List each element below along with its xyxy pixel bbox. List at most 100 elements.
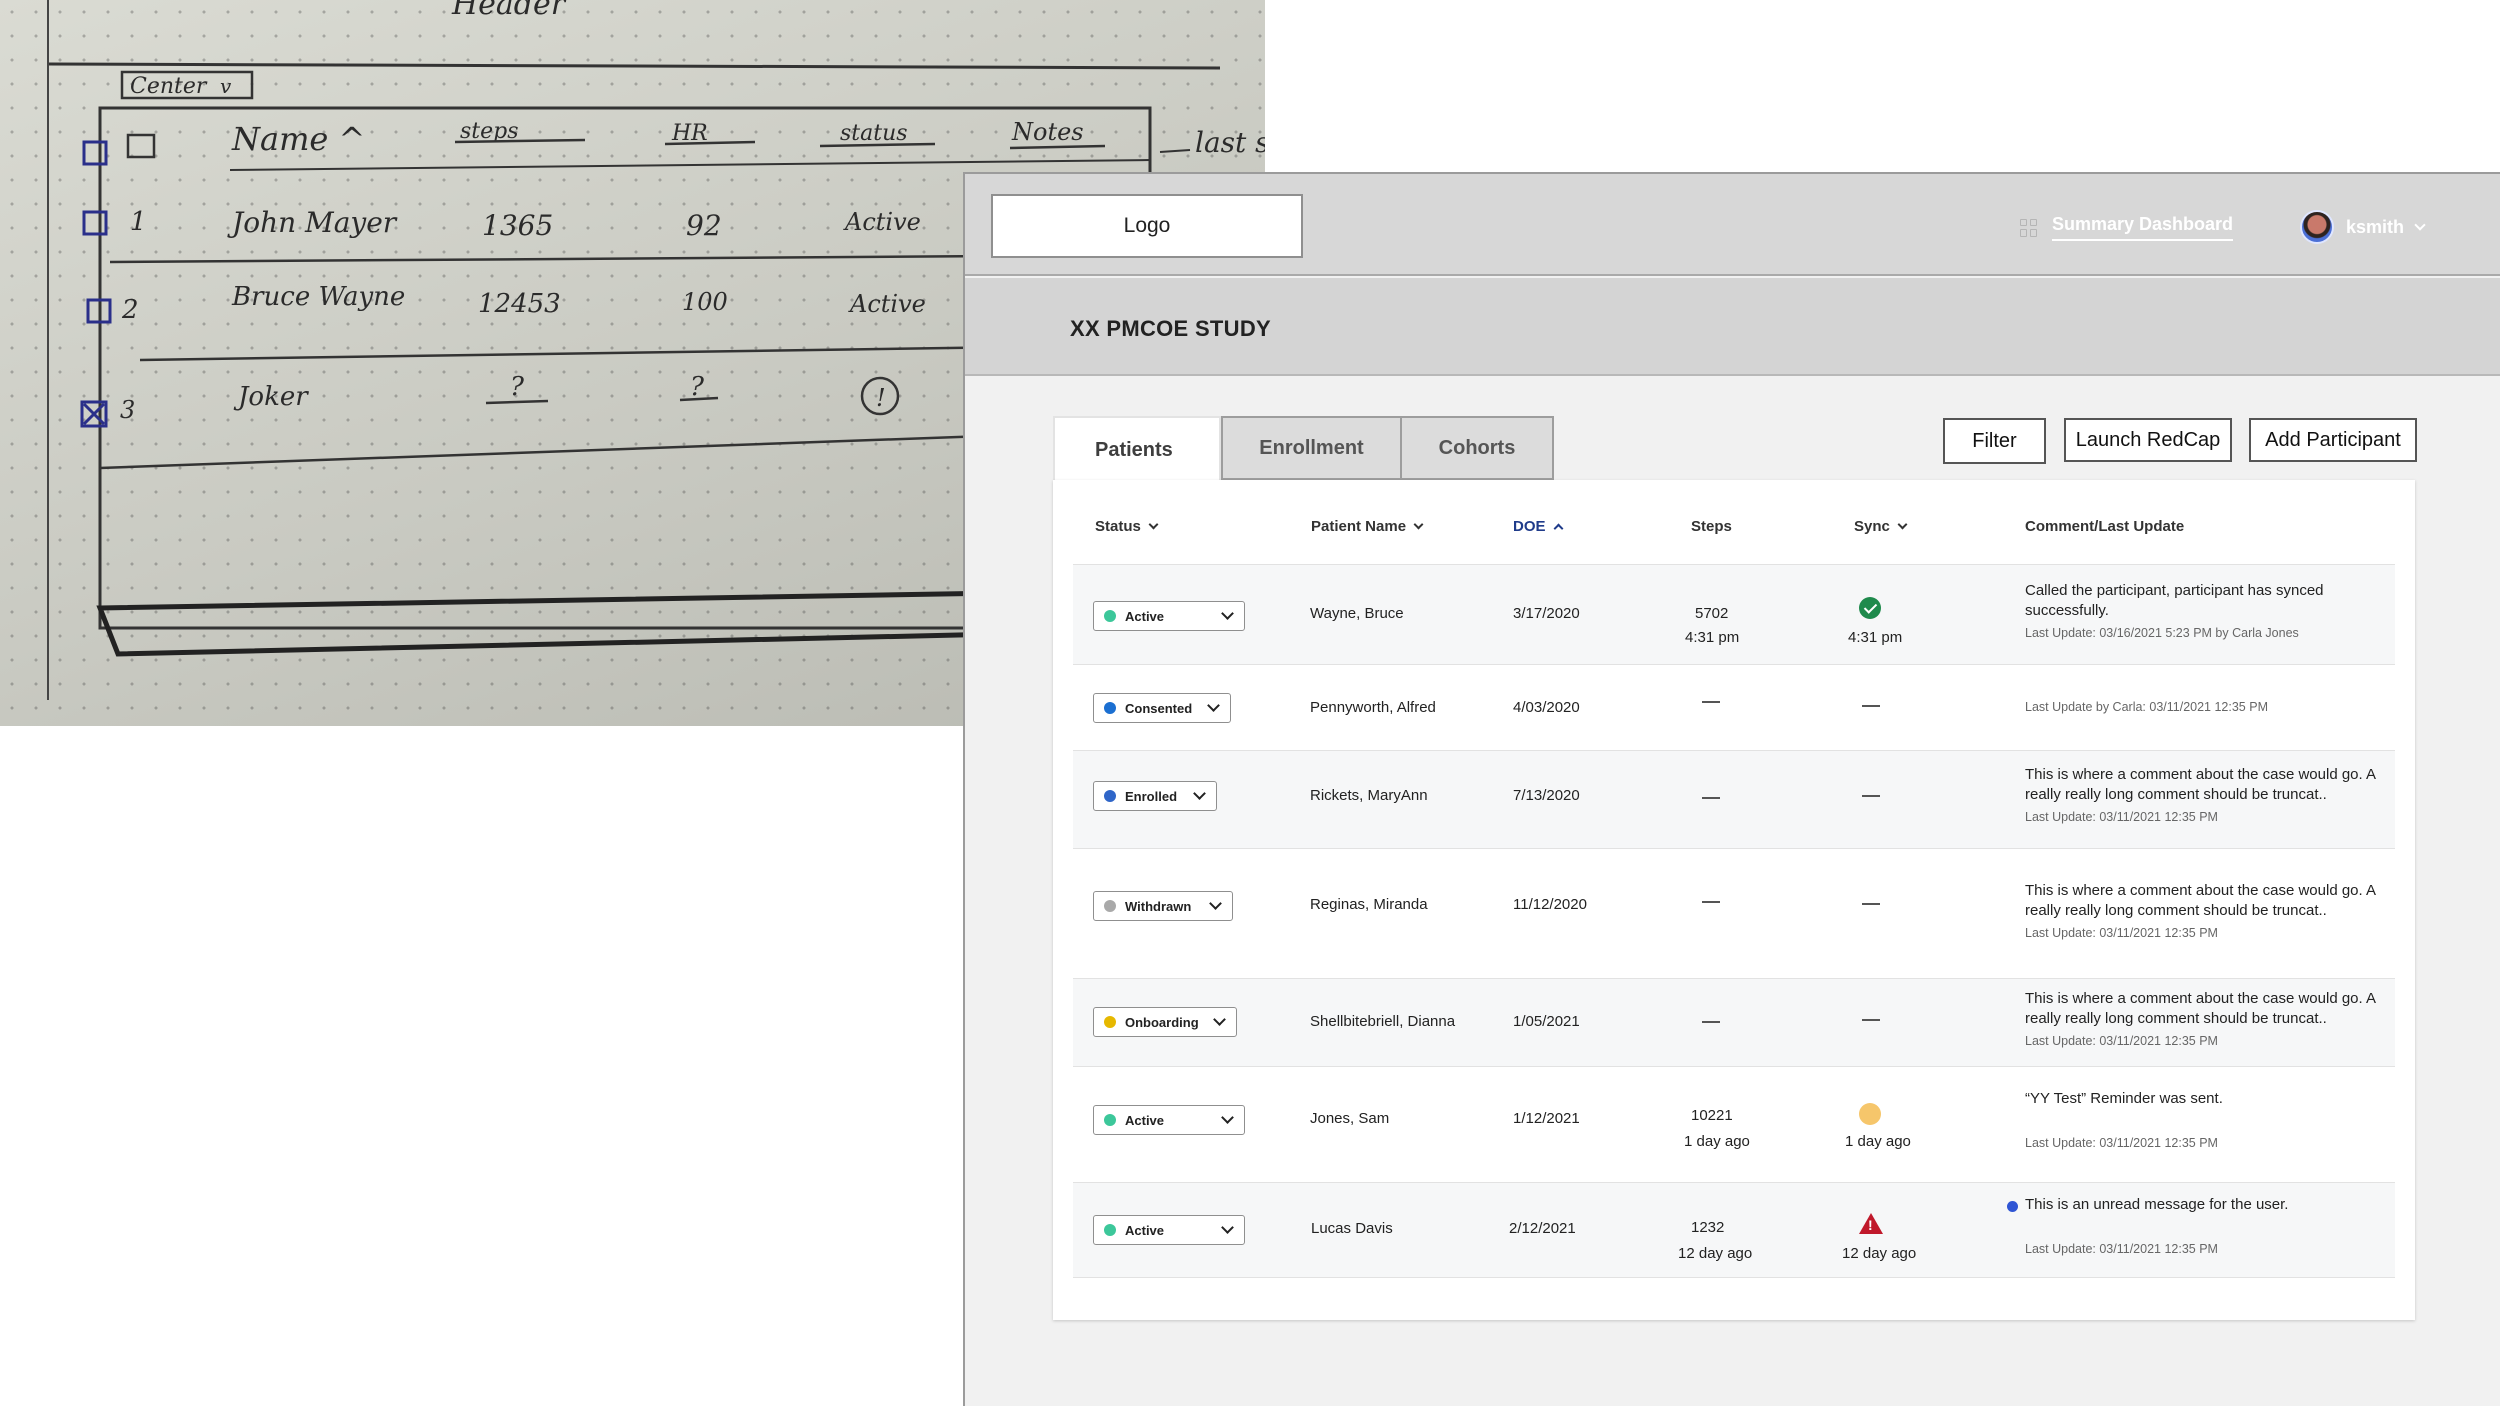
column-header-sync[interactable]: Sync	[1854, 518, 1908, 535]
comment-cell: Called the participant, participant has …	[2025, 581, 2385, 643]
steps-time: 12 day ago	[1678, 1245, 1753, 1262]
check-circle-icon	[1859, 597, 1881, 619]
patient-name[interactable]: Shellbitebriell, Dianna	[1310, 1013, 1455, 1030]
status-dropdown[interactable]: Withdrawn	[1093, 891, 1233, 921]
sketch-row1-steps: 1365	[482, 209, 553, 242]
column-header-doe-label: DOE	[1513, 518, 1546, 535]
last-update-text: Last Update: 03/11/2021 12:35 PM	[2025, 926, 2218, 940]
user-menu[interactable]: ksmith	[2300, 210, 2426, 244]
chevron-down-icon	[2414, 218, 2426, 231]
status-label: Onboarding	[1125, 1014, 1199, 1030]
comment-cell: This is an unread message for the user. …	[2025, 1195, 2385, 1259]
patient-name[interactable]: Lucas Davis	[1311, 1220, 1393, 1237]
last-update-text: Last Update: 03/11/2021 12:35 PM	[2025, 1034, 2218, 1048]
patient-name[interactable]: Reginas, Miranda	[1310, 896, 1428, 913]
status-dropdown[interactable]: Onboarding	[1093, 1007, 1237, 1037]
steps-value: 5702	[1695, 605, 1729, 622]
filter-button[interactable]: Filter	[1943, 418, 2046, 464]
last-update-text: Last Update by Carla: 03/11/2021 12:35 P…	[2025, 700, 2268, 714]
launch-redcap-button[interactable]: Launch RedCap	[2064, 418, 2232, 462]
sync-time: 12 day ago	[1842, 1245, 1917, 1262]
doe-value: 4/03/2020	[1513, 699, 1580, 716]
sketch-row3-hr: ?	[690, 372, 705, 402]
status-dot	[1104, 610, 1116, 622]
steps-empty-dash	[1702, 1021, 1720, 1023]
doe-value: 3/17/2020	[1513, 605, 1580, 622]
unread-indicator	[2007, 1201, 2018, 1212]
steps-value: 1232	[1691, 1219, 1725, 1236]
comment-text: “YY Test” Reminder was sent.	[2025, 1090, 2223, 1107]
patient-name[interactable]: Pennyworth, Alfred	[1310, 699, 1436, 716]
sync-empty-dash	[1862, 705, 1880, 707]
column-header-status[interactable]: Status	[1095, 518, 1159, 535]
column-header-doe[interactable]: DOE	[1513, 518, 1563, 535]
column-header-patient-name[interactable]: Patient Name	[1311, 518, 1424, 535]
grid-icon	[2020, 218, 2038, 237]
table-row[interactable]: Withdrawn Reginas, Miranda 11/12/2020 Th…	[1073, 848, 2395, 978]
sketch-row3-status: !	[876, 384, 886, 412]
status-dropdown[interactable]: Enrolled	[1093, 781, 1217, 811]
steps-empty-dash	[1702, 701, 1720, 703]
chevron-down-icon	[1221, 1111, 1234, 1124]
status-dropdown[interactable]: Active	[1093, 601, 1245, 631]
chevron-up-icon	[1553, 523, 1563, 534]
summary-dashboard-link[interactable]: Summary Dashboard	[2020, 214, 2234, 241]
table-row[interactable]: Onboarding Shellbitebriell, Dianna 1/05/…	[1073, 978, 2395, 1066]
status-label: Active	[1125, 608, 1165, 624]
status-dot	[1104, 790, 1116, 802]
status-dropdown[interactable]: Active	[1093, 1105, 1245, 1135]
table-row[interactable]: Enrolled Rickets, MaryAnn 7/13/2020 This…	[1073, 750, 2395, 848]
sync-empty-dash	[1862, 903, 1880, 905]
last-update-text: Last Update: 03/11/2021 12:35 PM	[2025, 1242, 2218, 1256]
column-header-status-label: Status	[1095, 518, 1141, 535]
table-row[interactable]: Active Jones, Sam 1/12/2021 10221 1 day …	[1073, 1066, 2395, 1182]
comment-cell: This is where a comment about the case w…	[2025, 881, 2385, 943]
sync-empty-dash	[1862, 1019, 1880, 1021]
steps-time: 4:31 pm	[1685, 629, 1740, 646]
chevron-down-icon	[1148, 519, 1159, 530]
doe-value: 11/12/2020	[1513, 896, 1587, 913]
page-title: XX PMCOE STUDY	[1070, 316, 1272, 341]
status-dot	[1104, 1114, 1116, 1126]
comment-text: This is where a comment about the case w…	[2025, 990, 2376, 1027]
logo[interactable]: Logo	[991, 194, 1303, 258]
comment-text: This is an unread message for the user.	[2025, 1196, 2289, 1213]
patients-table-card: Status Patient Name DOE Steps Sync Comme…	[1053, 480, 2415, 1320]
comment-cell: Last Update by Carla: 03/11/2021 12:35 P…	[2025, 691, 2385, 717]
table-row[interactable]: Active Wayne, Bruce 3/17/2020 5702 4:31 …	[1073, 564, 2395, 664]
table-row[interactable]: Active Lucas Davis 2/12/2021 1232 12 day…	[1073, 1182, 2395, 1278]
steps-empty-dash	[1702, 901, 1720, 903]
status-dropdown[interactable]: Consented	[1093, 693, 1231, 723]
column-header-steps[interactable]: Steps	[1691, 518, 1732, 535]
tab-enrollment[interactable]: Enrollment	[1221, 416, 1402, 480]
comment-cell: This is where a comment about the case w…	[2025, 765, 2385, 827]
sketch-dropdown-text: Center	[130, 74, 208, 99]
tab-cohorts[interactable]: Cohorts	[1400, 416, 1554, 480]
sketch-row2-num: 2	[121, 295, 139, 325]
comment-text: This is where a comment about the case w…	[2025, 882, 2376, 919]
steps-value: 10221	[1691, 1107, 1733, 1124]
steps-time: 1 day ago	[1684, 1133, 1750, 1150]
add-participant-button[interactable]: Add Participant	[2249, 418, 2417, 462]
status-label: Withdrawn	[1125, 898, 1192, 914]
chevron-down-icon	[1213, 1013, 1226, 1026]
last-update-text: Last Update: 03/11/2021 12:35 PM	[2025, 1136, 2218, 1150]
status-label: Active	[1125, 1222, 1165, 1238]
patient-name[interactable]: Wayne, Bruce	[1310, 605, 1404, 622]
sketch-row3-steps: ?	[510, 372, 525, 402]
chevron-down-icon	[1221, 607, 1234, 620]
patient-name[interactable]: Jones, Sam	[1310, 1110, 1389, 1127]
sync-empty-dash	[1862, 795, 1880, 797]
app-window: Logo Summary Dashboard ksmith XX PMCOE S…	[963, 172, 2500, 1406]
tab-patients[interactable]: Patients	[1053, 416, 1221, 482]
table-row[interactable]: Consented Pennyworth, Alfred 4/03/2020 L…	[1073, 664, 2395, 750]
comment-cell: “YY Test” Reminder was sent. Last Update…	[2025, 1089, 2385, 1153]
sketch-col-last: last s	[1195, 126, 1265, 159]
summary-dashboard-label: Summary Dashboard	[2052, 214, 2234, 241]
sketch-row1-status: Active	[843, 208, 921, 236]
status-dropdown[interactable]: Active	[1093, 1215, 1245, 1245]
column-header-name-label: Patient Name	[1311, 518, 1407, 535]
patient-name[interactable]: Rickets, MaryAnn	[1310, 787, 1428, 804]
status-dot	[1104, 1224, 1116, 1236]
comment-cell: This is where a comment about the case w…	[2025, 989, 2385, 1051]
